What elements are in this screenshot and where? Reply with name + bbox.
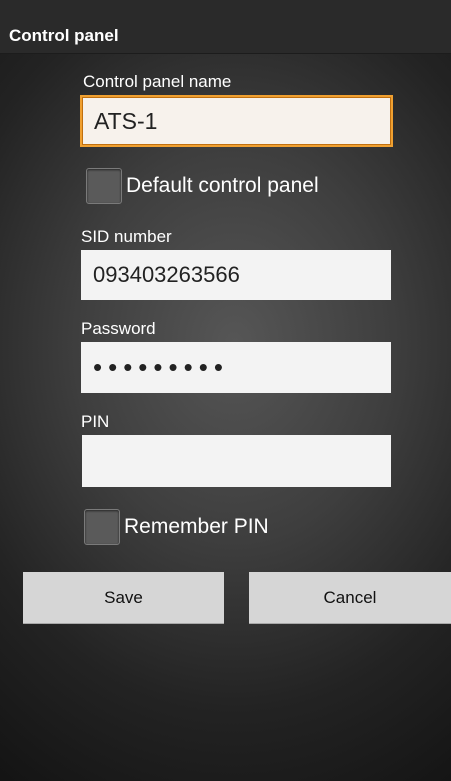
control-panel-name-field[interactable]: ATS-1 [80, 95, 393, 147]
remember-pin-label: Remember PIN [124, 515, 269, 538]
control-panel-name-label: Control panel name [83, 72, 232, 91]
password-label: Password [81, 319, 156, 338]
save-button[interactable]: Save [23, 572, 224, 624]
app-screen: Control panel Control panel name ATS-1 D… [0, 0, 451, 781]
window-title: Control panel [9, 26, 119, 45]
sid-number-label: SID number [81, 227, 172, 246]
cancel-button[interactable]: Cancel [249, 572, 451, 624]
pin-field[interactable] [82, 435, 391, 487]
remember-pin-option[interactable]: Remember PIN [84, 507, 269, 547]
title-bar: Control panel [0, 0, 451, 54]
password-field[interactable]: ••••••••• [81, 342, 391, 393]
remember-pin-checkbox[interactable] [84, 509, 120, 545]
pin-label: PIN [81, 412, 110, 431]
default-control-panel-option[interactable]: Default control panel [86, 166, 319, 206]
sid-number-field[interactable]: 093403263566 [81, 250, 391, 300]
default-control-panel-checkbox[interactable] [86, 168, 122, 204]
default-control-panel-label: Default control panel [126, 174, 319, 197]
